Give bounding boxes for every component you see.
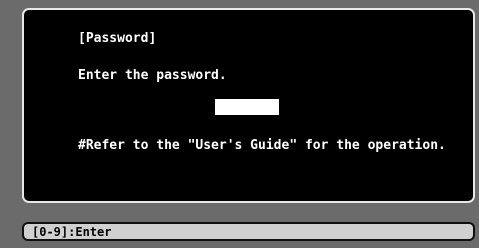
status-bar: [0-9]:Enter — [22, 222, 475, 241]
password-prompt: Enter the password. — [78, 68, 227, 83]
password-input[interactable] — [215, 99, 279, 115]
status-bar-label: [0-9]:Enter — [32, 225, 112, 239]
password-dialog: [Password] Enter the password. #Refer to… — [22, 8, 475, 203]
help-note: #Refer to the "User's Guide" for the ope… — [78, 138, 446, 153]
projector-menu-screen: [Password] Enter the password. #Refer to… — [0, 0, 479, 248]
dialog-title: [Password] — [78, 31, 157, 46]
